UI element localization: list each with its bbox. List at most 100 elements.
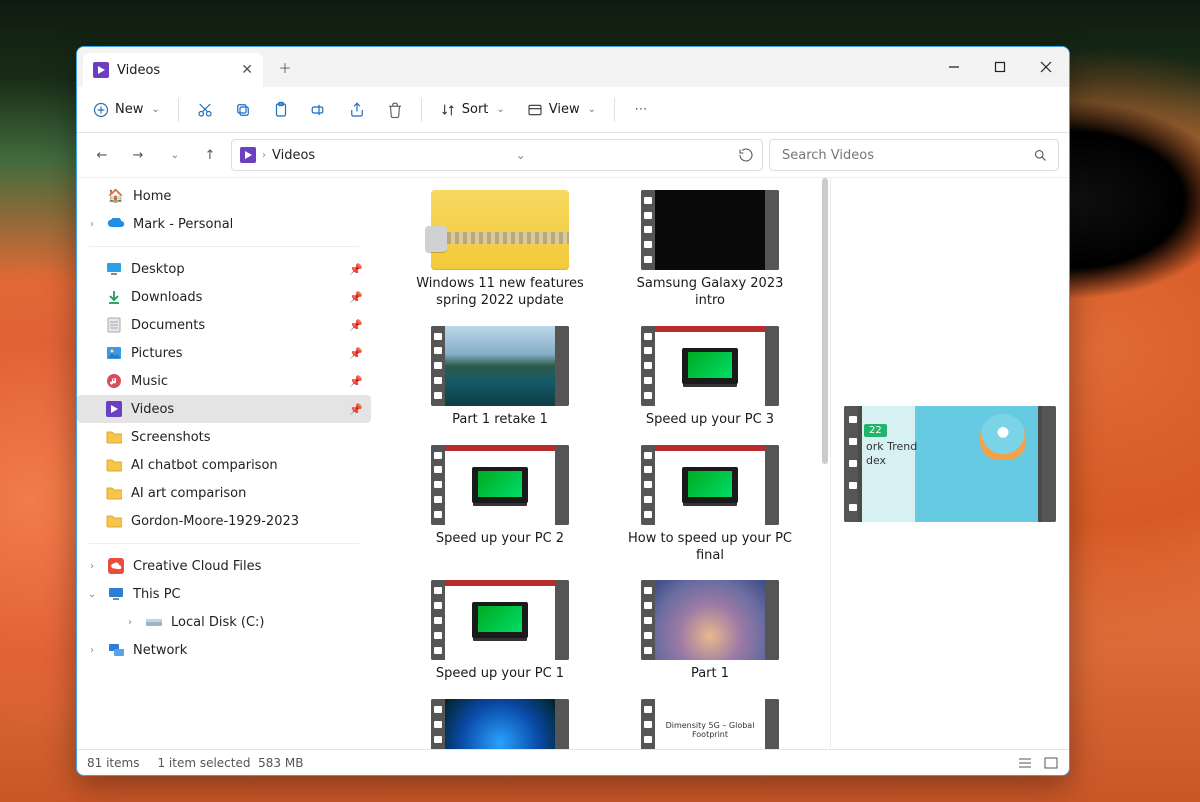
refresh-button[interactable] [738, 147, 754, 163]
sidebar-local-disk[interactable]: › Local Disk (C:) [77, 608, 371, 636]
videos-library-icon [93, 62, 109, 78]
rename-button[interactable] [301, 93, 337, 127]
file-item[interactable]: Samsung Galaxy 2023 intro [605, 184, 815, 320]
sidebar-label: Local Disk (C:) [171, 615, 264, 630]
copy-button[interactable] [225, 93, 261, 127]
file-name: How to speed up your PC final [620, 531, 800, 565]
desktop-icon [105, 262, 123, 276]
tab-videos[interactable]: Videos ✕ [83, 53, 263, 87]
pin-icon: 📌 [349, 347, 363, 360]
status-size: 583 MB [258, 756, 303, 770]
details-view-toggle[interactable] [1017, 756, 1033, 770]
file-item[interactable]: Windows 11 new features spring 2022 upda… [395, 184, 605, 320]
sidebar-divider [89, 246, 359, 247]
gordon-moore-1929-2023-icon [105, 514, 123, 528]
documents-icon [105, 317, 123, 333]
sidebar-item-screenshots[interactable]: Screenshots [77, 423, 371, 451]
preview-caption: ork Trend [866, 440, 917, 453]
videos-icon [105, 401, 123, 417]
minimize-button[interactable] [931, 47, 977, 87]
pin-icon: 📌 [349, 319, 363, 332]
status-selection: 1 item selected [157, 756, 250, 770]
sidebar-item-label: AI art comparison [131, 486, 246, 501]
file-item[interactable]: Speed up your PC 2 [395, 439, 605, 575]
scrollbar[interactable] [822, 178, 828, 464]
file-item[interactable]: Part 1 [605, 574, 815, 693]
pin-icon: 📌 [349, 263, 363, 276]
sidebar-item-videos[interactable]: Videos📌 [77, 395, 371, 423]
command-toolbar: New ⌄ Sort ⌄ View ⌄ ⋯ [77, 87, 1069, 133]
file-item[interactable]: Amazon Appstore [395, 693, 605, 749]
up-button[interactable]: ↑ [195, 140, 225, 170]
ai-chatbot-comparison-icon [105, 458, 123, 472]
items-view[interactable]: Windows 11 new features spring 2022 upda… [377, 178, 831, 749]
paste-button[interactable] [263, 93, 299, 127]
maximize-button[interactable] [977, 47, 1023, 87]
address-history-button[interactable]: ⌄ [516, 148, 526, 162]
downloads-icon [105, 289, 123, 305]
sidebar-item-ai-chatbot-comparison[interactable]: AI chatbot comparison [77, 451, 371, 479]
video-thumbnail [431, 326, 569, 406]
new-tab-button[interactable]: ＋ [269, 51, 301, 83]
recent-locations-button[interactable]: ⌄ [159, 140, 189, 170]
onedrive-icon [107, 218, 125, 230]
sidebar-item-gordon-moore-1929-2023[interactable]: Gordon-Moore-1929-2023 [77, 507, 371, 535]
back-button[interactable]: ← [87, 140, 117, 170]
file-item[interactable]: How to speed up your PC final [605, 439, 815, 575]
sidebar-network[interactable]: › Network [77, 636, 371, 664]
sidebar-item-ai-art-comparison[interactable]: AI art comparison [77, 479, 371, 507]
new-button[interactable]: New ⌄ [83, 93, 170, 127]
sidebar-home[interactable]: 🏠 Home [77, 182, 371, 210]
sidebar-item-downloads[interactable]: Downloads📌 [77, 283, 371, 311]
sidebar-item-label: Downloads [131, 290, 202, 305]
navigation-pane[interactable]: 🏠 Home › Mark - Personal Desktop 📌 Downloa… [77, 178, 377, 749]
file-item[interactable]: Dimensity 5G – Global Footprint2021-11-1… [605, 693, 815, 749]
sidebar-label: This PC [133, 587, 181, 602]
sidebar-item-pictures[interactable]: Pictures📌 [77, 339, 371, 367]
sidebar-this-pc[interactable]: ⌄ This PC [77, 580, 371, 608]
close-window-button[interactable] [1023, 47, 1069, 87]
address-bar[interactable]: › Videos ⌄ [231, 139, 763, 171]
search-box[interactable] [769, 139, 1059, 171]
expand-icon[interactable]: › [85, 645, 99, 656]
tab-close-button[interactable]: ✕ [241, 63, 253, 77]
creative-cloud-icon [107, 558, 125, 574]
chevron-down-icon: ⌄ [151, 104, 159, 115]
expand-icon[interactable]: › [85, 561, 99, 572]
file-item[interactable]: Speed up your PC 1 [395, 574, 605, 693]
zip-icon [431, 190, 569, 270]
new-label: New [115, 102, 143, 117]
forward-button[interactable]: → [123, 140, 153, 170]
sidebar-item-music[interactable]: Music📌 [77, 367, 371, 395]
status-bar: 81 items 1 item selected 583 MB [77, 749, 1069, 775]
expand-icon[interactable]: › [123, 617, 137, 628]
sidebar-item-label: Documents [131, 318, 205, 333]
share-button[interactable] [339, 93, 375, 127]
cut-button[interactable] [187, 93, 223, 127]
search-input[interactable] [780, 147, 1033, 164]
delete-button[interactable] [377, 93, 413, 127]
sort-button[interactable]: Sort ⌄ [430, 93, 515, 127]
breadcrumb-current[interactable]: Videos [272, 148, 315, 163]
expand-icon[interactable]: › [85, 219, 99, 230]
explorer-body: 🏠 Home › Mark - Personal Desktop 📌 Downloa… [77, 177, 1069, 749]
view-icon [527, 102, 543, 118]
view-button[interactable]: View ⌄ [517, 93, 606, 127]
titlebar[interactable]: Videos ✕ ＋ [77, 47, 1069, 87]
more-button[interactable]: ⋯ [623, 93, 659, 127]
ai-art-comparison-icon [105, 486, 123, 500]
file-item[interactable]: Speed up your PC 3 [605, 320, 815, 439]
sidebar-item-label: Desktop [131, 262, 185, 277]
sidebar-item-documents[interactable]: Documents 📌 [77, 311, 371, 339]
preview-art [980, 414, 1026, 460]
file-item[interactable]: Part 1 retake 1 [395, 320, 605, 439]
collapse-icon[interactable]: ⌄ [85, 589, 99, 600]
sidebar-item-desktop[interactable]: Desktop 📌 [77, 255, 371, 283]
sidebar-onedrive[interactable]: › Mark - Personal [77, 210, 371, 238]
preview-pane: 22 ork Trend dex [831, 178, 1069, 749]
sidebar-label: Home [133, 189, 171, 204]
sidebar-item-label: Gordon-Moore-1929-2023 [131, 514, 299, 529]
thumbnails-view-toggle[interactable] [1043, 756, 1059, 770]
sidebar-label: Network [133, 643, 187, 658]
sidebar-creative-cloud[interactable]: › Creative Cloud Files [77, 552, 371, 580]
